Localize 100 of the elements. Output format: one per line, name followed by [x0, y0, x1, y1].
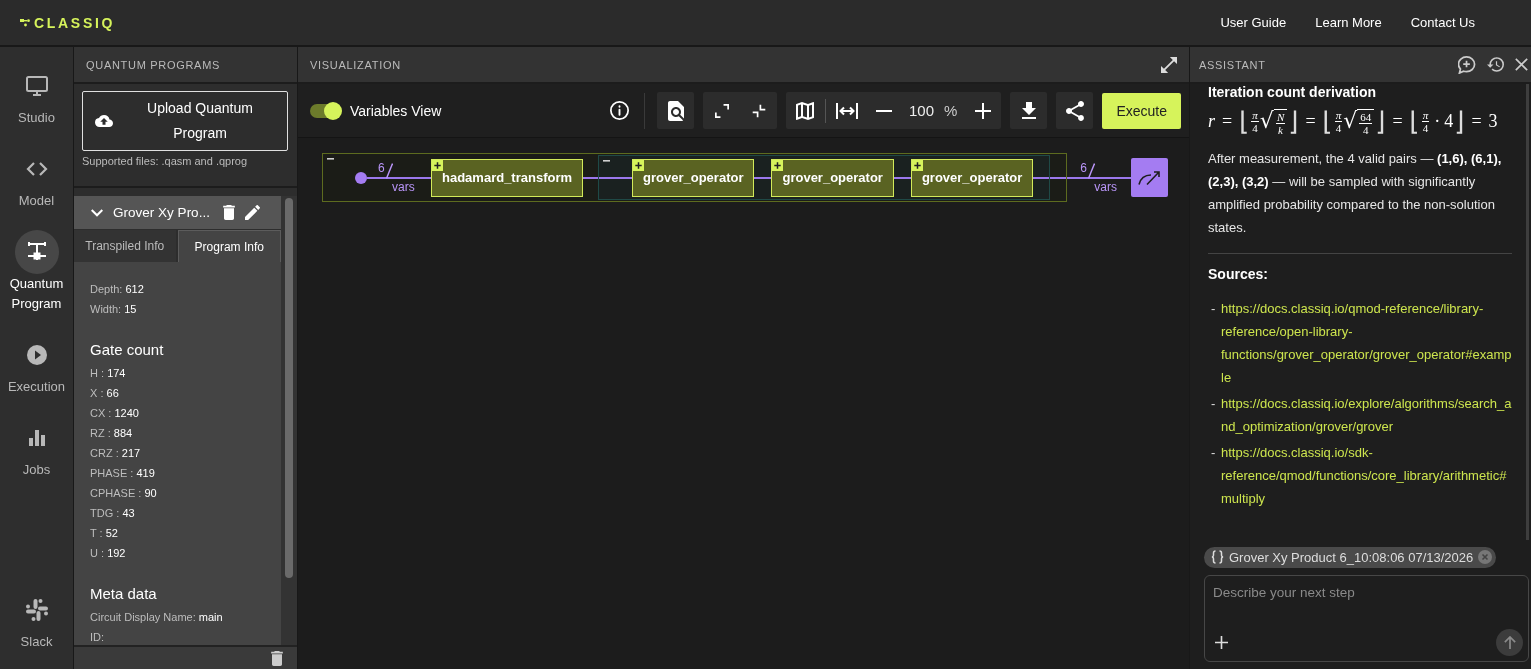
nav-item[interactable]: Slack: [3, 588, 70, 652]
fullscreen-icon[interactable]: [1161, 56, 1177, 73]
minus-icon: [875, 109, 892, 112]
plus-icon[interactable]: [633, 159, 645, 171]
corners-in-icon: [751, 103, 766, 118]
function-block[interactable]: grover_operator: [771, 158, 894, 197]
history-icon: [1487, 57, 1504, 72]
execute-button[interactable]: Execute: [1102, 92, 1181, 129]
zoom-value: 100: [908, 102, 935, 119]
toggle-switch[interactable]: [310, 101, 342, 120]
share-button[interactable]: [1056, 92, 1094, 129]
bus-label: vars: [392, 180, 415, 193]
new-chat-button[interactable]: [1458, 55, 1476, 74]
monitor-icon: [24, 74, 49, 98]
list-marker: -: [1210, 300, 1217, 318]
gate-count-row-text: RZ : 884: [90, 426, 134, 441]
bus-slash-icon: [386, 162, 393, 179]
upload-button[interactable]: Upload Quantum Program: [82, 91, 288, 151]
close-icon: [1515, 58, 1528, 71]
sources-heading: Sources:: [1208, 265, 1269, 284]
qubit-count: 6: [378, 161, 385, 174]
gate-count-row-text: X : 66: [90, 386, 120, 401]
expand-toggle[interactable]: [91, 208, 104, 217]
gate-count-row-text: CX : 1240: [90, 406, 140, 421]
pencil-icon: [244, 205, 260, 220]
qubit-count: 6: [1080, 161, 1087, 174]
gate-count-row-text: PHASE : 419: [90, 466, 156, 481]
plus-icon: [1215, 636, 1228, 649]
block-label: grover_operator: [921, 170, 1023, 185]
function-block[interactable]: grover_operator: [910, 158, 1034, 197]
chat-plus-icon: [1458, 55, 1476, 74]
gate-count-row-text: T : 52: [90, 526, 119, 541]
gate-count-row-text: CPHASE : 90: [90, 486, 158, 501]
plus-icon[interactable]: [911, 159, 923, 171]
plus-icon: [974, 102, 991, 119]
circuit-icon: [14, 230, 59, 274]
function-block[interactable]: hadamard_transform: [431, 158, 584, 197]
stat-row-text: Width: 15: [90, 302, 138, 317]
attach-button[interactable]: [1215, 636, 1228, 649]
message-input[interactable]: Describe your next step: [1204, 575, 1529, 662]
answer-text: After measurement, the 4 valid pairs — (1,6), (6,1), (2,3), (3,2) — will be sampled with significantly amplified probability compared to the non-solution states.: [1208, 150, 1503, 237]
chevron-down-icon: [91, 208, 104, 217]
history-button[interactable]: [1487, 57, 1504, 72]
program-name: Grover Xy Pro...: [113, 205, 210, 220]
hint-text: Supported files: .qasm and .qprog: [82, 155, 249, 167]
nav-item[interactable]: Execution: [3, 333, 70, 397]
logo-mark-icon: [20, 18, 31, 27]
nav-item[interactable]: Jobs: [3, 416, 70, 480]
share-icon: [1065, 100, 1084, 121]
find-button[interactable]: [657, 92, 695, 129]
wire: [754, 176, 772, 179]
source-link[interactable]: https://docs.classiq.io/sdk-reference/qmod/functions/core_library/arithmetic#multiply: [1221, 441, 1512, 510]
block-label: grover_operator: [643, 170, 744, 185]
download-button[interactable]: [1010, 92, 1048, 129]
nav-item[interactable]: Quantum Program: [3, 230, 70, 314]
corners-out-icon: [714, 103, 729, 118]
list-marker: -: [1210, 444, 1217, 462]
section-heading: Gate count: [90, 340, 165, 360]
download-icon: [1021, 102, 1036, 119]
minus-icon[interactable]: [603, 160, 611, 162]
delete-button[interactable]: [222, 205, 235, 220]
trash-icon: [271, 650, 283, 666]
arrow-up-icon: [1503, 635, 1516, 650]
fit-width-icon: [835, 102, 858, 119]
edit-button[interactable]: [244, 205, 260, 220]
chip-label: Grover Xy Product 6_10:08:06 07/13/2026: [1229, 549, 1474, 565]
tab[interactable]: Transpiled Info: [74, 230, 176, 262]
plus-icon[interactable]: [772, 159, 784, 171]
gate-count-row-text: TDG : 43: [90, 506, 136, 521]
stat-row-text: Depth: 612: [90, 282, 145, 297]
play-icon: [24, 343, 49, 367]
panel-title: VISUALIZATION: [310, 58, 401, 71]
answer-heading: Iteration count derivation: [1208, 84, 1377, 100]
list-marker: -: [1210, 395, 1217, 413]
nav-link[interactable]: Learn More: [1315, 15, 1382, 30]
nav-link[interactable]: Contact Us: [1410, 15, 1475, 30]
nav-item[interactable]: Studio: [3, 64, 70, 128]
nav-item[interactable]: Model: [3, 147, 70, 211]
block-label: hadamard_transform: [442, 170, 573, 185]
info-icon[interactable]: [610, 101, 630, 120]
gate-count-row-text: U : 192: [90, 546, 127, 561]
close-button[interactable]: [1515, 58, 1528, 71]
toggle-label: Variables View: [350, 102, 442, 119]
panel-title: QUANTUM PROGRAMS: [86, 58, 221, 71]
plus-icon[interactable]: [432, 159, 443, 171]
function-block[interactable]: grover_operator: [632, 158, 755, 197]
wire: [893, 176, 911, 179]
zoom-unit: %: [943, 102, 959, 119]
slack-icon: [24, 598, 49, 622]
tab[interactable]: Program Info: [177, 230, 281, 262]
map-icon: [795, 101, 814, 120]
logo-text: CLASSIQ: [34, 14, 116, 31]
gate-count-row-text: CRZ : 217: [90, 446, 142, 461]
panel-title: ASSISTANT: [1199, 58, 1266, 71]
bus-slash-icon: [1088, 162, 1096, 179]
block-label: grover_operator: [782, 170, 883, 185]
cloud-upload-icon: [95, 115, 113, 127]
nav-link[interactable]: User Guide: [1220, 15, 1287, 30]
delete-button[interactable]: [271, 650, 283, 666]
meta-row-text: ID:: [90, 630, 106, 645]
